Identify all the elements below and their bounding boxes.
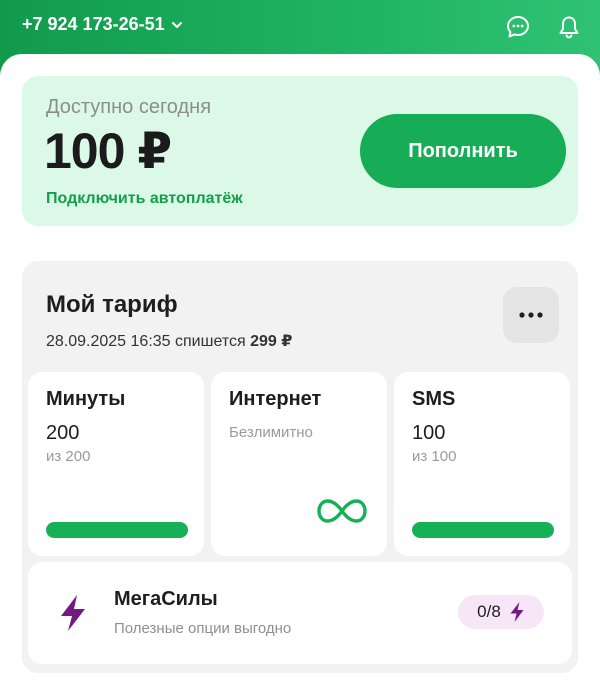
minutes-total: из 200: [46, 448, 91, 465]
sms-progress-fill: [412, 522, 554, 538]
balance-amount: 100 ₽: [44, 123, 172, 179]
tariff-title: Мой тариф: [46, 291, 178, 318]
megasily-row[interactable]: МегаСилы Полезные опции выгодно 0/8: [28, 562, 572, 664]
minutes-value: 200: [46, 422, 80, 444]
badge-lightning-icon: [510, 602, 524, 622]
balance-label: Доступно сегодня: [46, 96, 212, 118]
bell-icon[interactable]: [556, 14, 582, 40]
more-dots-icon: [519, 312, 543, 318]
tariff-card: Мой тариф 28.09.2025 16:35 спишется 299 …: [22, 261, 578, 673]
minutes-tile[interactable]: Минуты 200 из 200: [28, 372, 204, 556]
internet-title: Интернет: [229, 388, 322, 410]
phone-number: +7 924 173-26-51: [22, 14, 165, 34]
chevron-down-icon: [171, 21, 182, 28]
phone-number-selector[interactable]: +7 924 173-26-51: [22, 14, 183, 35]
charge-amount: 299 ₽: [250, 333, 293, 350]
chat-icon[interactable]: [505, 14, 531, 40]
charge-date-text: 28.09.2025 16:35 спишется: [46, 333, 246, 350]
sms-tile[interactable]: SMS 100 из 100: [394, 372, 570, 556]
sms-title: SMS: [412, 388, 456, 410]
megasily-count-badge: 0/8: [458, 595, 544, 629]
infinity-icon: [317, 499, 367, 523]
autopay-link[interactable]: Подключить автоплатёж: [46, 190, 243, 208]
internet-tile[interactable]: Интернет Безлимитно: [211, 372, 387, 556]
megasily-subtitle: Полезные опции выгодно: [114, 620, 292, 637]
sms-value: 100: [412, 422, 446, 444]
megasily-count: 0/8: [477, 602, 501, 621]
tariff-charge-info: 28.09.2025 16:35 спишется 299 ₽: [46, 331, 292, 351]
lightning-bolt-icon: [61, 595, 85, 631]
topup-button[interactable]: Пополнить: [360, 114, 566, 188]
minutes-progress-fill: [46, 522, 188, 538]
top-header: +7 924 173-26-51: [0, 0, 600, 56]
sms-total: из 100: [412, 448, 457, 465]
content-sheet: Доступно сегодня 100 ₽ Подключить автопл…: [0, 54, 600, 689]
tariff-more-button[interactable]: [503, 287, 559, 343]
minutes-progress-bar: [46, 522, 188, 538]
sms-progress-bar: [412, 522, 554, 538]
megasily-title: МегаСилы: [114, 588, 218, 610]
internet-unlimited-note: Безлимитно: [229, 424, 313, 441]
balance-card: Доступно сегодня 100 ₽ Подключить автопл…: [22, 76, 578, 226]
minutes-title: Минуты: [46, 388, 126, 410]
